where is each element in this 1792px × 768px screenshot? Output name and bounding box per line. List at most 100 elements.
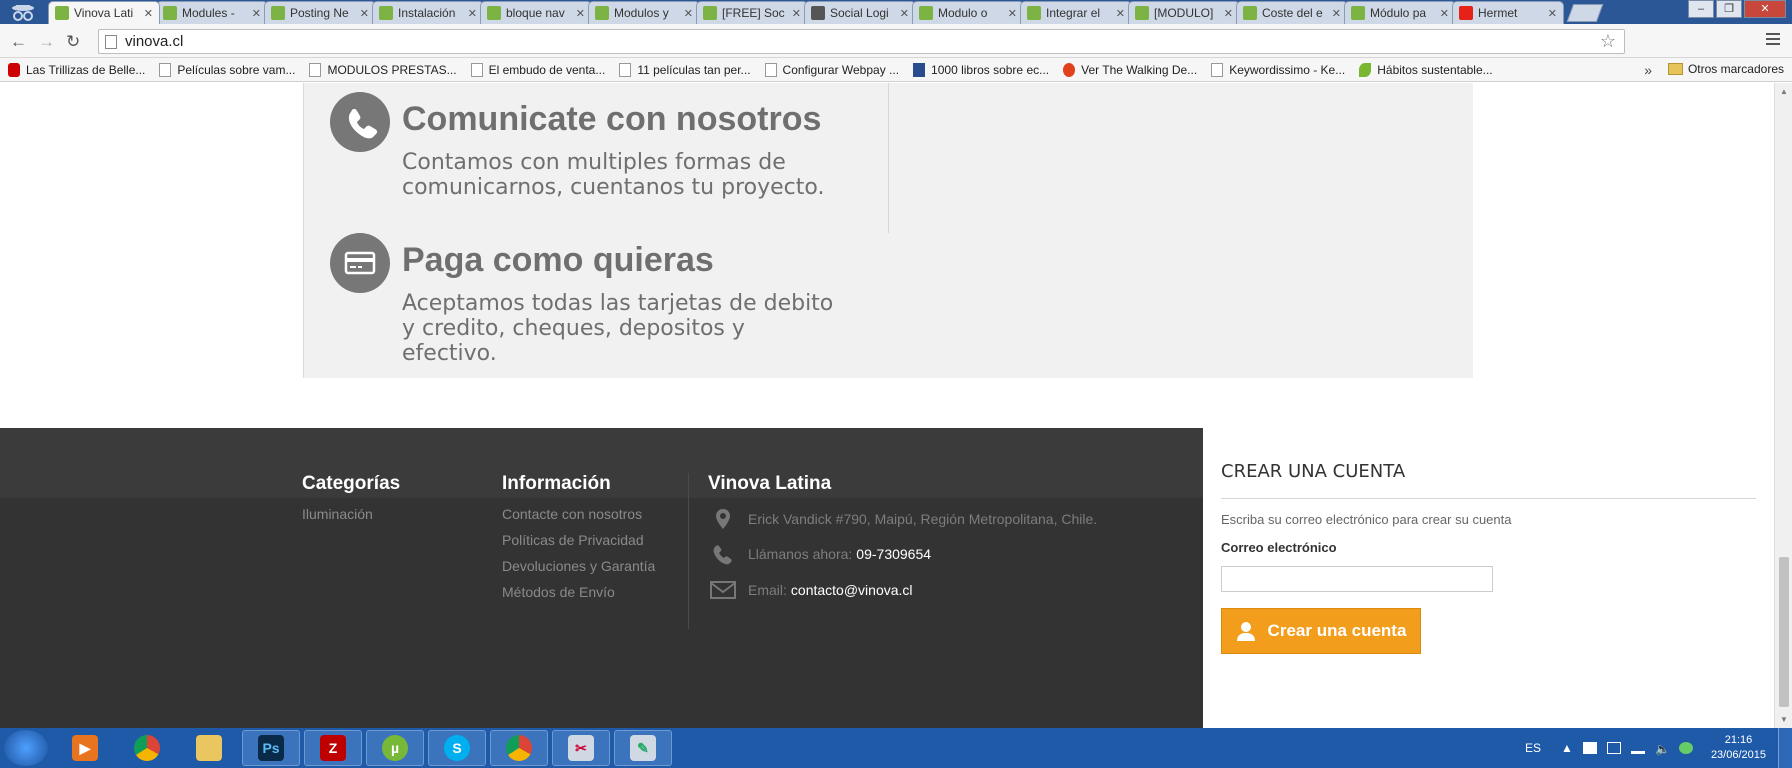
bookmark-item[interactable]: Las Trillizas de Belle... <box>8 62 145 77</box>
more-bookmarks-button[interactable]: » <box>1644 62 1652 78</box>
bookmark-item[interactable]: 1000 libros sobre ec... <box>913 62 1049 77</box>
utorrent-icon: µ <box>382 735 408 761</box>
page-scrollbar[interactable]: ▲ ▼ <box>1774 83 1792 728</box>
tab-close-icon[interactable]: ✕ <box>468 7 477 20</box>
email-field[interactable] <box>1221 566 1493 592</box>
chrome-icon <box>134 735 160 761</box>
taskbar-media-player[interactable]: ▶ <box>56 730 114 766</box>
tab-favicon-icon <box>271 6 285 20</box>
browser-tab[interactable]: Coste del e ✕ <box>1236 1 1348 24</box>
photoshop-icon: Ps <box>258 735 284 761</box>
phone-icon <box>330 92 390 152</box>
taskbar-chrome-active[interactable] <box>490 730 548 766</box>
tab-close-icon[interactable]: ✕ <box>900 7 909 20</box>
bookmark-star-icon[interactable]: ☆ <box>1600 31 1616 52</box>
browser-tab[interactable]: bloque nav ✕ <box>480 1 592 24</box>
bookmark-item[interactable]: 11 películas tan per... <box>619 62 751 77</box>
create-account-title: CREAR UNA CUENTA <box>1221 461 1406 482</box>
bookmark-item[interactable]: Configurar Webpay ... <box>764 62 899 77</box>
tab-close-icon[interactable]: ✕ <box>1332 7 1341 20</box>
taskbar-chrome[interactable] <box>118 730 176 766</box>
browser-tab[interactable]: Posting Ne ✕ <box>264 1 376 24</box>
language-indicator[interactable]: ES <box>1525 741 1541 755</box>
signup-divider <box>1221 498 1756 499</box>
phone-icon <box>710 543 736 565</box>
forward-button[interactable]: → <box>38 32 55 52</box>
show-desktop-button[interactable] <box>1778 728 1792 768</box>
browser-tab[interactable]: [MODULO] ✕ <box>1128 1 1240 24</box>
taskbar-paint[interactable]: ✎ <box>614 730 672 766</box>
create-account-button[interactable]: Crear una cuenta <box>1221 608 1421 654</box>
close-window-button[interactable]: ✕ <box>1744 0 1786 18</box>
browser-tab[interactable]: Módulo pa ✕ <box>1344 1 1456 24</box>
footer-link[interactable]: Contacte con nosotros <box>502 506 642 522</box>
browser-tab[interactable]: [FREE] Soc ✕ <box>696 1 808 24</box>
email-address[interactable]: contacto@vinova.cl <box>791 582 913 598</box>
other-bookmarks[interactable]: Otros marcadores <box>1667 62 1784 76</box>
minimize-button[interactable]: – <box>1688 0 1714 18</box>
back-button[interactable]: ← <box>10 32 27 52</box>
bookmark-item[interactable]: Hábitos sustentable... <box>1359 62 1493 77</box>
tab-close-icon[interactable]: ✕ <box>1548 7 1557 20</box>
scroll-up-arrow[interactable]: ▲ <box>1780 87 1788 96</box>
tab-close-icon[interactable]: ✕ <box>144 7 153 20</box>
taskbar-snipping-tool[interactable]: ✂ <box>552 730 610 766</box>
bookmark-item[interactable]: MODULOS PRESTAS... <box>309 62 457 77</box>
email-label: Email: <box>748 582 787 598</box>
reload-button[interactable]: ↻ <box>66 32 80 52</box>
tab-close-icon[interactable]: ✕ <box>1116 7 1125 20</box>
browser-tab[interactable]: Hermet ✕ <box>1452 1 1564 24</box>
browser-tab[interactable]: Social Logi ✕ <box>804 1 916 24</box>
network-icon[interactable] <box>1630 742 1645 754</box>
volume-icon[interactable]: 🔈 <box>1655 742 1670 756</box>
tab-label: Vinova Lati <box>74 6 134 20</box>
scroll-down-arrow[interactable]: ▼ <box>1780 715 1788 724</box>
bookmark-page-icon <box>619 62 632 77</box>
footer-categories-title: Categorías <box>302 473 401 494</box>
tab-close-icon[interactable]: ✕ <box>576 7 585 20</box>
footer-link[interactable]: Políticas de Privacidad <box>502 532 644 548</box>
folder-icon <box>196 735 222 761</box>
taskbar-explorer[interactable] <box>180 730 238 766</box>
tab-close-icon[interactable]: ✕ <box>1224 7 1233 20</box>
tab-close-icon[interactable]: ✕ <box>1440 7 1449 20</box>
taskbar-filezilla[interactable]: Z <box>304 730 362 766</box>
footer-link[interactable]: Devoluciones y Garantía <box>502 558 655 574</box>
footer-link[interactable]: Métodos de Envío <box>502 584 615 600</box>
bookmark-item[interactable]: Ver The Walking De... <box>1063 62 1197 77</box>
browser-tab[interactable]: Modulos y ✕ <box>588 1 700 24</box>
tab-close-icon[interactable]: ✕ <box>684 7 693 20</box>
maximize-button[interactable]: ❐ <box>1716 0 1742 18</box>
new-tab-button[interactable] <box>1566 4 1604 22</box>
bookmark-item[interactable]: El embudo de venta... <box>470 62 605 77</box>
browser-tab[interactable]: Instalación ✕ <box>372 1 484 24</box>
menu-icon[interactable] <box>1766 33 1780 48</box>
phone-number[interactable]: 09-7309654 <box>856 546 931 562</box>
show-hidden-icons[interactable]: ▲ <box>1561 741 1573 755</box>
tab-close-icon[interactable]: ✕ <box>1008 7 1017 20</box>
windows-flag-icon[interactable] <box>1582 742 1597 754</box>
browser-tab[interactable]: Integrar el ✕ <box>1020 1 1132 24</box>
address-bar[interactable]: vinova.cl ☆ <box>98 29 1625 54</box>
url-text[interactable]: vinova.cl <box>125 33 183 50</box>
action-center-icon[interactable] <box>1606 742 1621 754</box>
taskbar-skype[interactable]: S <box>428 730 486 766</box>
feature-title: Paga como quieras <box>402 241 714 279</box>
browser-tab[interactable]: Vinova Lati ✕ <box>48 1 160 24</box>
feature-title: Comunicate con nosotros <box>402 100 822 138</box>
bookmark-item[interactable]: Películas sobre vam... <box>159 62 295 77</box>
tab-close-icon[interactable]: ✕ <box>360 7 369 20</box>
browser-tab[interactable]: Modulo o ✕ <box>912 1 1024 24</box>
footer-link[interactable]: Iluminación <box>302 506 373 522</box>
start-button[interactable] <box>4 730 48 766</box>
clock[interactable]: 21:16 23/06/2015 <box>1711 733 1766 763</box>
bookmark-item[interactable]: Keywordissimo - Ke... <box>1211 62 1345 77</box>
taskbar-photoshop[interactable]: Ps <box>242 730 300 766</box>
tab-close-icon[interactable]: ✕ <box>792 7 801 20</box>
bookmark-page-icon <box>309 62 322 77</box>
browser-tab[interactable]: Modules - ✕ <box>156 1 268 24</box>
scrollbar-thumb[interactable] <box>1779 557 1789 707</box>
taskbar-utorrent[interactable]: µ <box>366 730 424 766</box>
tab-close-icon[interactable]: ✕ <box>252 7 261 20</box>
tray-app-icon[interactable] <box>1678 742 1693 754</box>
